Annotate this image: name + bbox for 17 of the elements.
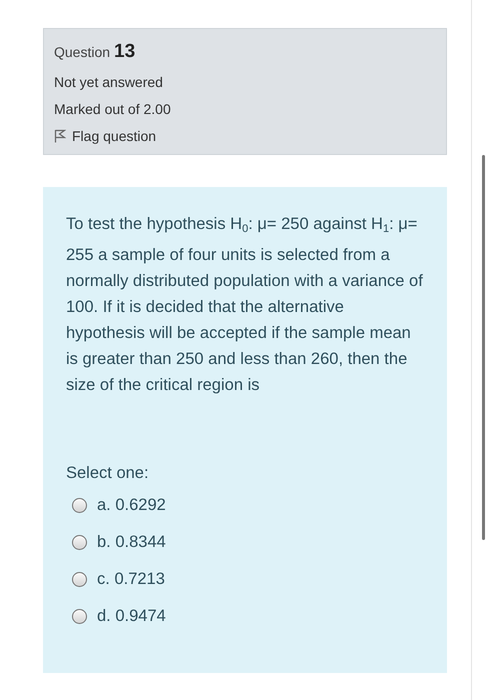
- question-label: Question: [54, 44, 110, 60]
- marks-text: Marked out of 2.00: [54, 101, 172, 117]
- flag-icon: [54, 129, 66, 143]
- scrollbar[interactable]: [482, 155, 485, 540]
- radio-button[interactable]: [72, 498, 87, 512]
- answer-option[interactable]: c. 0.7213: [72, 566, 423, 592]
- status-text: Not yet answered: [54, 74, 164, 90]
- select-prompt: Select one:: [66, 464, 150, 483]
- flag-question-button[interactable]: Flag question: [54, 128, 156, 144]
- radio-button[interactable]: [72, 608, 87, 624]
- answer-option[interactable]: b. 0.8344: [72, 529, 423, 555]
- question-text: To test the hypothesis H$_{0}$: μ= 250 against H$_{1}$: μ= 255 a sample of four units is selected from a normally distributed population with a variance of 100. If it is decided that the alternative hypothesis will be accepted if the sample mean is greater than 250 and less than 260, then the size of the critical region is: [66, 214, 424, 396]
- radio-button[interactable]: [72, 572, 87, 586]
- radio-button[interactable]: [72, 534, 87, 550]
- answer-option[interactable]: d. 0.9474: [72, 603, 423, 629]
- answer-option[interactable]: a. 0.6292: [72, 492, 423, 518]
- question-number: 13: [114, 41, 136, 63]
